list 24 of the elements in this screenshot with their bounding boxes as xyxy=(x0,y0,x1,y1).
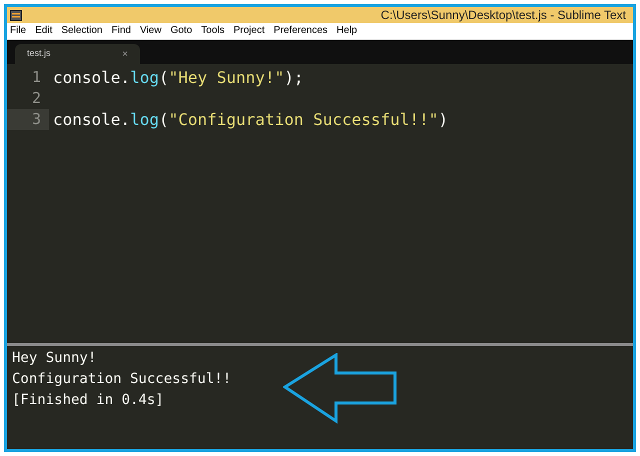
menu-item[interactable]: Project xyxy=(234,26,265,36)
output-line: [Finished in 0.4s] xyxy=(12,391,164,410)
menu-item[interactable]: View xyxy=(140,26,162,36)
left-arrow-icon xyxy=(283,353,399,425)
code-line: console.log("Hey Sunny!"); xyxy=(53,66,304,88)
menu-item[interactable]: Help xyxy=(336,26,358,36)
menu-item[interactable]: Selection xyxy=(61,26,102,36)
code-line: console.log("Configuration Successful!!") xyxy=(53,108,448,130)
output-line: Configuration Successful!! xyxy=(12,370,232,389)
menu-item[interactable]: Tools xyxy=(201,26,224,36)
menu-item[interactable]: File xyxy=(10,26,26,36)
line-number: 2 xyxy=(30,88,42,109)
menu-item[interactable]: Goto xyxy=(170,26,192,36)
menu-item[interactable]: Find xyxy=(112,26,131,36)
file-tab[interactable]: test.js × xyxy=(15,44,140,64)
line-number: 3 xyxy=(7,109,49,130)
line-number: 1 xyxy=(30,67,42,88)
tab-label: test.js xyxy=(27,47,51,60)
app-icon xyxy=(10,10,22,20)
close-icon[interactable]: × xyxy=(122,46,128,62)
menu-item[interactable]: Edit xyxy=(35,26,52,36)
menu-item[interactable]: Preferences xyxy=(274,26,328,36)
window-title: C:\Users\Sunny\Desktop\test.js - Sublime Text xyxy=(380,9,627,21)
output-line: Hey Sunny! xyxy=(12,349,96,368)
